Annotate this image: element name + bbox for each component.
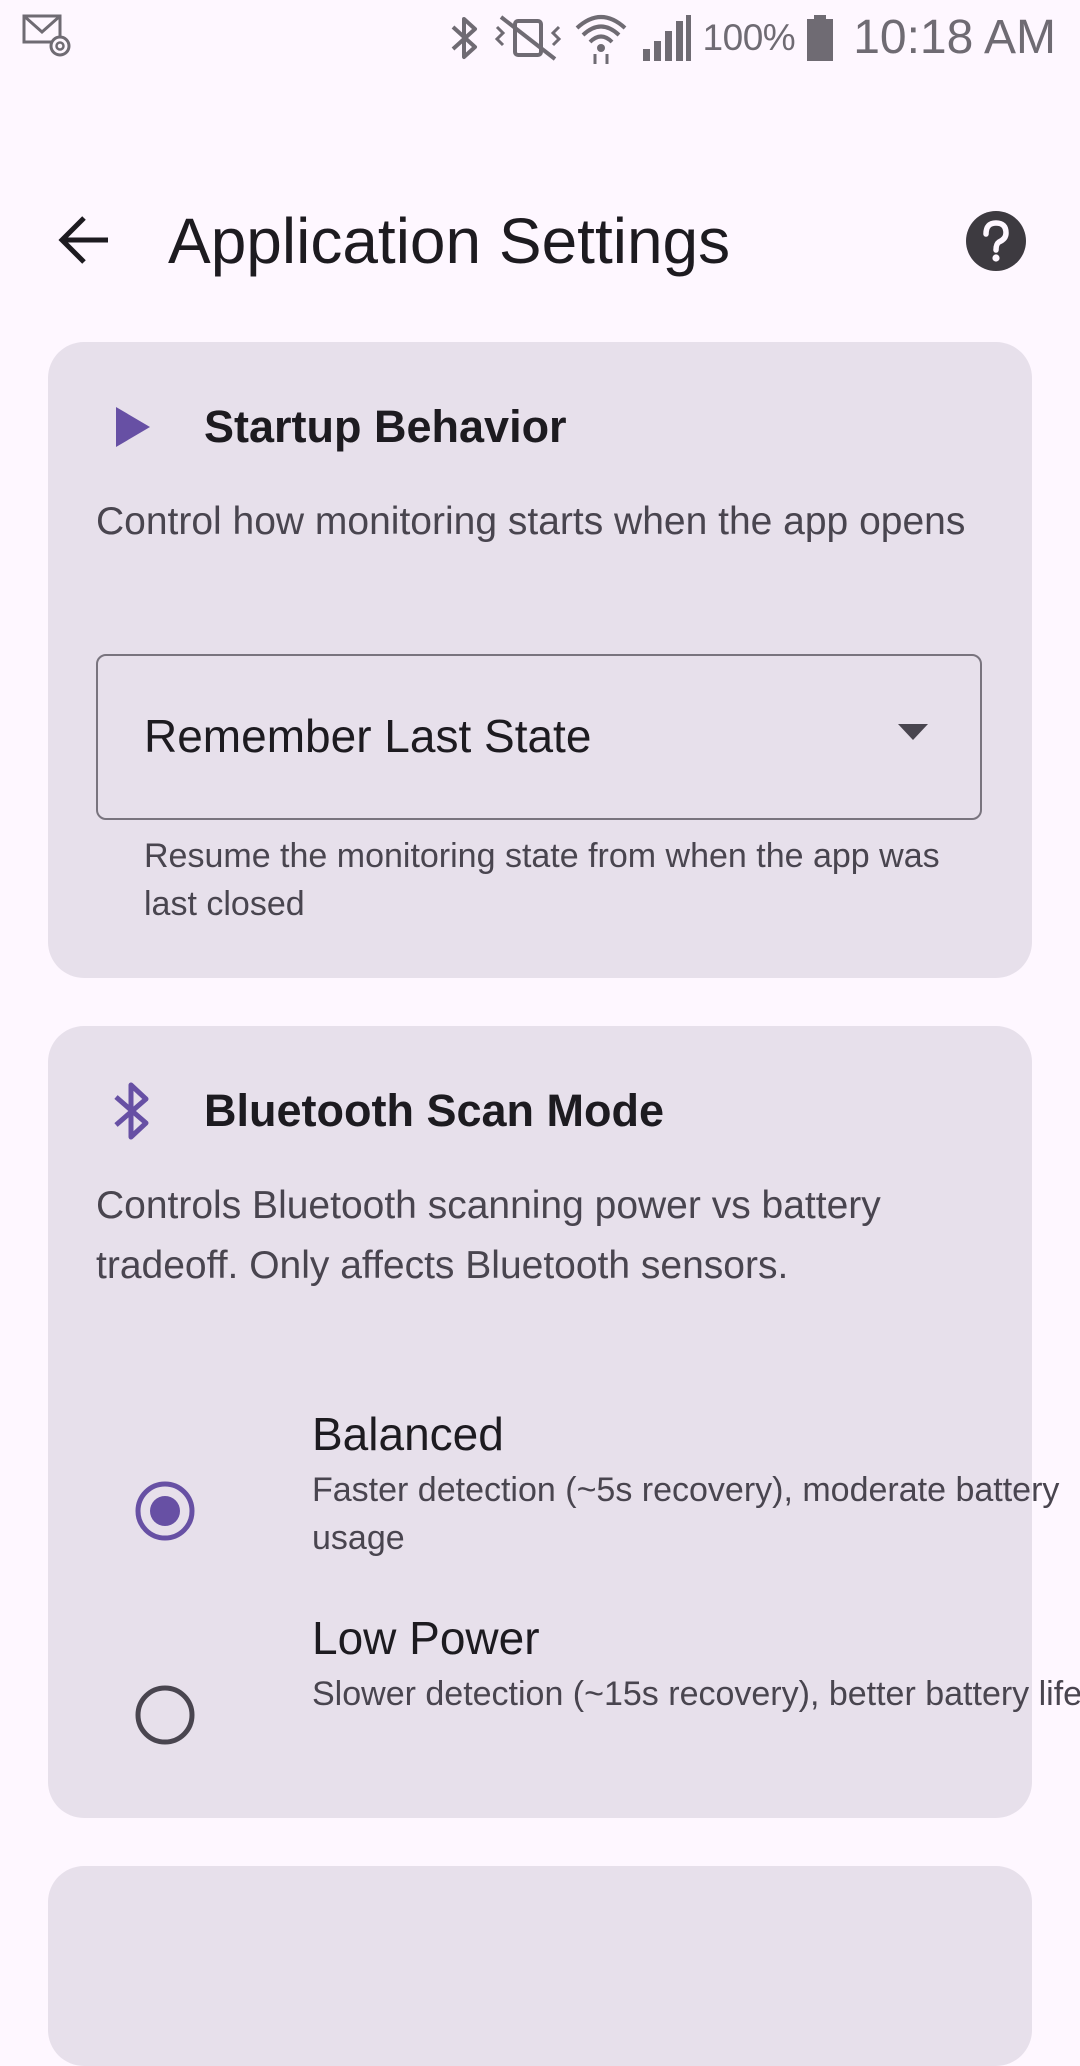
dropdown-selected-value: Remember Last State xyxy=(144,710,592,762)
help-button[interactable] xyxy=(962,207,1030,275)
radio-description: Slower detection (~15s recovery), better… xyxy=(312,1675,1080,1713)
bluetooth-card-header: Bluetooth Scan Mode xyxy=(96,1076,664,1146)
radio-label: Balanced xyxy=(312,1408,504,1460)
back-arrow-icon xyxy=(58,216,108,264)
radio-selected-icon xyxy=(135,1481,195,1541)
startup-card-title: Startup Behavior xyxy=(204,401,567,452)
startup-card-description: Control how monitoring starts when the a… xyxy=(96,500,966,543)
bluetooth-card-title: Bluetooth Scan Mode xyxy=(204,1085,664,1136)
top-app-bar: Application Settings xyxy=(0,185,1080,295)
startup-card-header: Startup Behavior xyxy=(96,392,567,462)
dropdown-arrow-icon xyxy=(898,724,928,740)
status-time: 10:18 AM xyxy=(853,11,1056,64)
help-icon xyxy=(966,211,1026,271)
dropdown-helper-text: Resume the monitoring state from when th… xyxy=(144,837,940,923)
next-settings-card xyxy=(48,1866,1032,2066)
radio-unselected-icon xyxy=(135,1685,195,1745)
radio-description: Faster detection (~5s recovery), moderat… xyxy=(312,1471,1060,1557)
bluetooth-card-description: Controls Bluetooth scanning power vs bat… xyxy=(96,1184,881,1287)
wifi-icon xyxy=(575,14,626,64)
radio-label: Low Power xyxy=(312,1612,540,1664)
bluetooth-scan-mode-card: Bluetooth Scan Mode Controls Bluetooth s… xyxy=(48,1026,1080,1818)
bluetooth-icon xyxy=(114,1082,149,1140)
vibrate-mute-icon xyxy=(494,14,561,61)
bluetooth-icon xyxy=(451,16,477,59)
radio-option-balanced[interactable]: Balanced Faster detection (~5s recovery)… xyxy=(96,1404,1059,1584)
page-title: Application Settings xyxy=(168,205,731,277)
cell-signal-icon xyxy=(642,14,691,61)
startup-behavior-dropdown[interactable]: Remember Last State xyxy=(96,654,982,820)
status-bar: 100% 10:18 AM xyxy=(0,0,1080,75)
battery-icon xyxy=(807,14,834,61)
startup-behavior-card: Startup Behavior Control how monitoring … xyxy=(48,342,1032,978)
radio-option-low-power[interactable]: Low Power Slower detection (~15s recover… xyxy=(96,1608,1080,1788)
email-notification-icon xyxy=(22,14,71,57)
status-icons: 100% 10:18 AM xyxy=(447,0,1056,75)
play-icon xyxy=(116,407,150,447)
back-button[interactable] xyxy=(40,200,130,280)
battery-percentage: 100% xyxy=(702,16,796,58)
